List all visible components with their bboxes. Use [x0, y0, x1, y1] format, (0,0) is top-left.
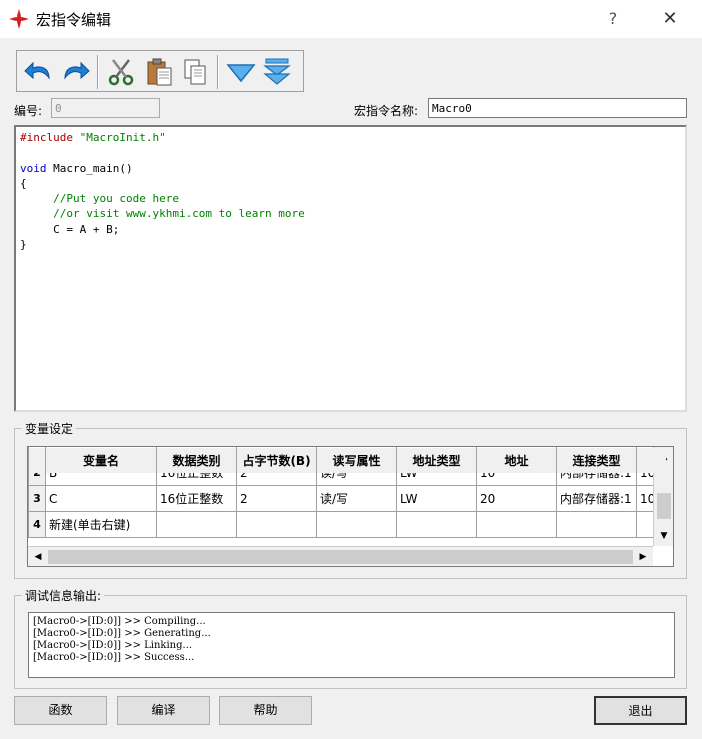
find-all-icon[interactable] — [261, 56, 293, 88]
scroll-right-icon[interactable]: ▶ — [634, 548, 652, 566]
column-header[interactable]: 连接类型 — [556, 447, 637, 474]
help-button[interactable]: 帮助 — [219, 696, 312, 725]
code-token: //Put you code here — [20, 192, 179, 206]
variables-table[interactable]: 变量名数据类别占字节数(B)读写属性地址类型地址连接类型 2B16位正整数2读/… — [27, 446, 674, 567]
variables-group-label: 变量设定 — [22, 420, 77, 437]
code-editor[interactable]: #include "MacroInit.h" void Macro_main(){… — [14, 125, 687, 412]
table-cell[interactable]: 16位正整数 — [156, 485, 237, 512]
table-cell[interactable] — [476, 511, 557, 538]
table-cell[interactable]: LW — [396, 485, 477, 512]
table-cell[interactable]: C — [45, 485, 157, 512]
row-number[interactable]: 3 — [28, 485, 46, 512]
code-line: void Macro_main() — [20, 162, 681, 177]
app-logo-icon — [9, 9, 29, 29]
code-token: Macro_main() — [53, 161, 133, 175]
close-button[interactable]: ✕ — [655, 6, 685, 32]
horizontal-scrollbar[interactable]: ◀ ▶ — [28, 546, 653, 566]
debug-line: [Macro0->[ID:0]] >> Generating... — [33, 628, 211, 639]
column-header[interactable]: 数据类别 — [156, 447, 237, 474]
code-token: } — [20, 238, 27, 252]
debug-line: [Macro0->[ID:0]] >> Compiling... — [33, 616, 206, 627]
scroll-thumb[interactable] — [657, 493, 671, 519]
find-next-icon[interactable] — [225, 56, 257, 88]
toolbar-separator — [217, 55, 219, 89]
redo-icon[interactable] — [59, 56, 91, 88]
code-token: #include — [20, 131, 80, 144]
table-cell[interactable] — [556, 511, 637, 538]
window-title: 宏指令编辑 — [36, 11, 112, 29]
help-title-button[interactable]: ? — [598, 6, 628, 32]
code-token: void — [20, 161, 54, 175]
column-header[interactable]: 读写属性 — [316, 447, 397, 474]
table-cell[interactable]: 新建(单击右键) — [45, 511, 157, 538]
table-cell[interactable] — [236, 511, 317, 538]
column-header[interactable] — [636, 447, 667, 474]
copy-icon[interactable] — [179, 56, 211, 88]
table-cell[interactable] — [156, 511, 237, 538]
number-label: 编号: — [14, 104, 43, 118]
table-row[interactable]: 4 新建(单击右键) — [28, 511, 667, 538]
exit-button[interactable]: 退出 — [594, 696, 687, 725]
code-token: //or visit www.ykhmi.com to learn more — [20, 207, 305, 221]
column-header[interactable]: 变量名 — [45, 447, 157, 474]
code-line: { — [20, 177, 681, 192]
toolbar-separator — [97, 55, 99, 89]
debug-group-label: 调试信息输出: — [22, 587, 105, 604]
code-line: #include "MacroInit.h" — [20, 131, 681, 146]
row-number[interactable]: 4 — [28, 511, 46, 538]
column-header[interactable]: 地址 — [476, 447, 557, 474]
code-token: "MacroInit.h" — [79, 131, 166, 144]
paste-icon[interactable] — [143, 56, 175, 88]
code-line: //Put you code here — [20, 192, 681, 207]
table-row[interactable]: 3 C 16位正整数 2 读/写 LW 20 内部存储器:1 100 — [28, 485, 667, 512]
scroll-down-icon[interactable]: ▼ — [655, 527, 673, 545]
table-cell[interactable]: 2 — [236, 485, 317, 512]
code-token: { — [20, 176, 27, 190]
code-line: C = A + B; — [20, 223, 681, 238]
scroll-thumb[interactable] — [48, 550, 633, 564]
column-header[interactable] — [28, 447, 46, 474]
code-line: //or visit www.ykhmi.com to learn more — [20, 207, 681, 222]
column-header[interactable]: 地址类型 — [396, 447, 477, 474]
undo-icon[interactable] — [23, 56, 55, 88]
number-field: 0 — [51, 98, 160, 118]
code-line: } — [20, 238, 681, 253]
cut-icon[interactable] — [105, 56, 137, 88]
column-header[interactable]: 占字节数(B) — [236, 447, 317, 474]
debug-output: [Macro0->[ID:0]] >> Compiling... [Macro0-… — [28, 612, 675, 678]
code-token: C = A + B; — [20, 222, 120, 236]
debug-line: [Macro0->[ID:0]] >> Linking... — [33, 640, 193, 651]
toolbar — [16, 50, 304, 92]
macro-name-input[interactable]: Macro0 — [428, 98, 687, 118]
table-cell[interactable] — [316, 511, 397, 538]
table-cell[interactable]: 内部存储器:1 — [556, 485, 637, 512]
compile-button[interactable]: 编译 — [117, 696, 210, 725]
scroll-left-icon[interactable]: ◀ — [29, 548, 47, 566]
table-cell[interactable]: 20 — [476, 485, 557, 512]
functions-button[interactable]: 函数 — [14, 696, 107, 725]
table-cell[interactable] — [396, 511, 477, 538]
title-bar: 宏指令编辑 ? ✕ — [0, 0, 702, 38]
macro-name-label: 宏指令名称: — [354, 104, 419, 118]
debug-line: [Macro0->[ID:0]] >> Success... — [33, 652, 195, 663]
table-cell[interactable]: 读/写 — [316, 485, 397, 512]
